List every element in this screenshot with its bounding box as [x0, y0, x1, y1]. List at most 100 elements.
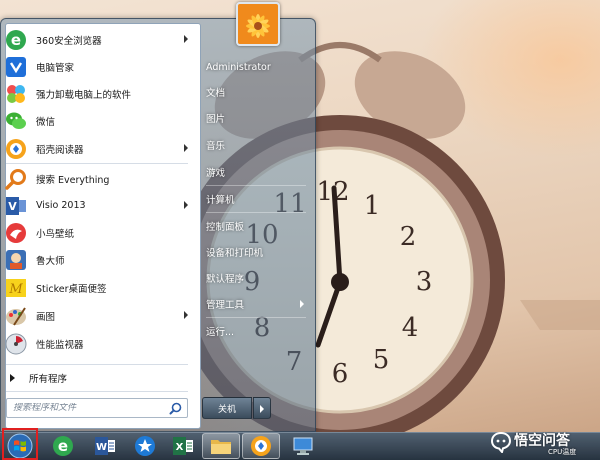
menu-divider: [206, 212, 306, 213]
right-item-label: 默认程序: [206, 274, 245, 285]
shutdown-label: 关机: [217, 404, 236, 415]
monitor-icon: [293, 437, 313, 455]
right-item-computer[interactable]: 计算机: [202, 188, 310, 210]
program-label: Sticker桌面便签: [36, 283, 107, 295]
program-everything[interactable]: 搜索 Everything: [2, 165, 192, 192]
svg-text:W: W: [96, 442, 107, 453]
svg-text:e: e: [58, 437, 68, 455]
taskbar-explorer[interactable]: [202, 433, 240, 459]
menu-divider: [206, 185, 306, 186]
program-paint[interactable]: 画图: [2, 302, 192, 329]
ie360-icon: e: [4, 28, 28, 52]
all-programs-button[interactable]: 所有程序: [2, 367, 192, 389]
right-item-label: 运行...: [206, 327, 235, 338]
taskbar-app-star[interactable]: [126, 433, 164, 459]
svg-text:4: 4: [402, 313, 419, 343]
svg-text:V: V: [8, 200, 17, 213]
program-label: 电脑管家: [36, 62, 75, 74]
right-item-label: Administrator: [206, 61, 271, 73]
docer-reader-icon: [4, 137, 28, 161]
program-uninstaller[interactable]: 强力卸载电脑上的软件: [2, 80, 192, 107]
right-item-documents[interactable]: 文档: [202, 81, 310, 103]
program-performance-monitor[interactable]: 性能监视器: [2, 330, 192, 357]
docer-reader-icon: [251, 436, 271, 456]
ludashi-icon: [4, 248, 28, 272]
program-label: 搜索 Everything: [36, 174, 110, 186]
search-input[interactable]: [13, 403, 163, 413]
taskbar-360-browser[interactable]: e: [44, 433, 82, 459]
right-item-devices-printers[interactable]: 设备和打印机: [202, 241, 310, 263]
visio-icon: V: [4, 194, 28, 218]
user-avatar[interactable]: [236, 2, 280, 46]
submenu-arrow-icon: [184, 144, 188, 152]
right-item-games[interactable]: 游戏: [202, 161, 310, 183]
right-item-administrator[interactable]: Administrator: [202, 56, 310, 78]
program-label: 鲁大师: [36, 255, 65, 267]
right-item-music[interactable]: 音乐: [202, 134, 310, 156]
svg-text:3: 3: [416, 267, 433, 297]
program-360-browser[interactable]: e 360安全浏览器: [2, 26, 192, 53]
program-label: Visio 2013: [36, 200, 86, 211]
svg-text:M: M: [8, 282, 23, 297]
star-app-icon: [135, 436, 155, 456]
program-label: 稻壳阅读器: [36, 144, 84, 156]
right-item-control-panel[interactable]: 控制面板: [202, 215, 310, 237]
svg-text:5: 5: [373, 345, 390, 375]
menu-divider: [6, 364, 188, 365]
highlight-box: [2, 428, 38, 460]
tencent-shield-icon: [4, 55, 28, 79]
svg-text:2: 2: [400, 222, 417, 252]
program-wechat[interactable]: 微信: [2, 107, 192, 134]
uninstall-flower-icon: [4, 82, 28, 106]
program-label: 小鸟壁纸: [36, 228, 75, 240]
triangle-right-icon: [10, 374, 15, 382]
paint-palette-icon: [4, 304, 28, 328]
chat-bubble-logo-icon: [490, 431, 512, 453]
right-item-label: 设备和打印机: [206, 248, 264, 259]
flower-avatar-icon: [238, 4, 278, 44]
right-item-label: 图片: [206, 114, 226, 125]
excel-icon: X: [173, 437, 193, 455]
right-item-label: 游戏: [206, 168, 226, 179]
svg-text:X: X: [176, 442, 184, 453]
submenu-arrow-icon: [184, 311, 188, 319]
program-label: 微信: [36, 116, 56, 128]
performance-monitor-icon: [4, 332, 28, 356]
ie360-icon: e: [53, 436, 73, 456]
triangle-right-icon: [260, 405, 264, 413]
program-sticker-notes[interactable]: M Sticker桌面便签: [2, 274, 192, 301]
taskbar-word[interactable]: W: [86, 433, 124, 459]
program-bird-wallpaper[interactable]: 小鸟壁纸: [2, 219, 192, 246]
right-item-default-programs[interactable]: 默认程序: [202, 267, 310, 289]
all-programs-label: 所有程序: [29, 374, 68, 385]
right-item-run[interactable]: 运行...: [202, 320, 310, 342]
taskbar-excel[interactable]: X: [164, 433, 202, 459]
search-icon[interactable]: [169, 402, 182, 415]
submenu-arrow-icon: [184, 201, 188, 209]
wechat-icon: [4, 109, 28, 133]
folder-icon: [211, 440, 231, 454]
menu-divider: [206, 317, 306, 318]
submenu-arrow-icon: [300, 300, 304, 308]
word-icon: W: [95, 437, 115, 455]
right-item-label: 音乐: [206, 141, 226, 152]
shutdown-options-button[interactable]: [253, 397, 271, 419]
shutdown-button[interactable]: 关机: [202, 397, 252, 419]
program-ludashi[interactable]: 鲁大师: [2, 246, 192, 273]
right-item-label: 控制面板: [206, 222, 245, 233]
program-docer-reader[interactable]: 稻壳阅读器: [2, 135, 192, 162]
taskbar-docer[interactable]: [242, 433, 280, 459]
program-pc-manager[interactable]: 电脑管家: [2, 53, 192, 80]
magnifier-icon: [4, 167, 28, 191]
menu-divider: [6, 163, 188, 164]
watermark-subtext: CPU温度: [548, 448, 577, 456]
right-item-admin-tools[interactable]: 管理工具: [202, 293, 310, 315]
search-box: [6, 398, 188, 418]
sticker-note-icon: M: [4, 276, 28, 300]
program-visio[interactable]: V Visio 2013: [2, 192, 192, 219]
right-item-pictures[interactable]: 图片: [202, 107, 310, 129]
taskbar-computer[interactable]: [284, 433, 322, 459]
program-label: 画图: [36, 311, 56, 323]
program-label: 性能监视器: [36, 339, 84, 351]
watermark: 悟空问答 CPU温度: [488, 428, 598, 458]
